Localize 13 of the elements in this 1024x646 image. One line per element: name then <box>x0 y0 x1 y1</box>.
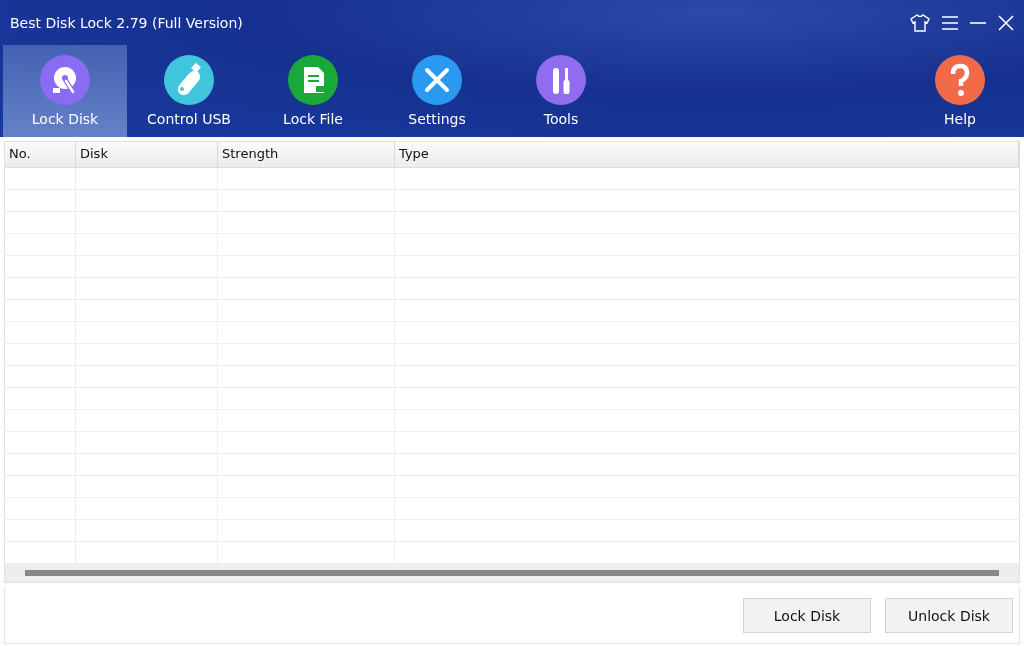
toolbar-tab[interactable]: Lock File <box>251 45 375 137</box>
toolbar-tab[interactable]: Control USB <box>127 45 251 137</box>
column-header[interactable]: Disk <box>76 142 218 167</box>
help-button[interactable]: Help <box>910 45 1010 137</box>
action-button[interactable]: Lock Disk <box>743 598 871 633</box>
toolbar-tab[interactable]: Lock Disk <box>3 45 127 137</box>
action-button[interactable]: Unlock Disk <box>885 598 1013 633</box>
column-header[interactable]: Type <box>395 142 1019 167</box>
window-title: Best Disk Lock 2.79 (Full Version) <box>10 14 244 31</box>
column-header[interactable]: Strength <box>218 142 395 167</box>
toolbar-tab[interactable]: Settings <box>375 45 499 137</box>
toolbar-tab[interactable]: Tools <box>499 45 623 137</box>
column-header[interactable]: No. <box>5 142 76 167</box>
